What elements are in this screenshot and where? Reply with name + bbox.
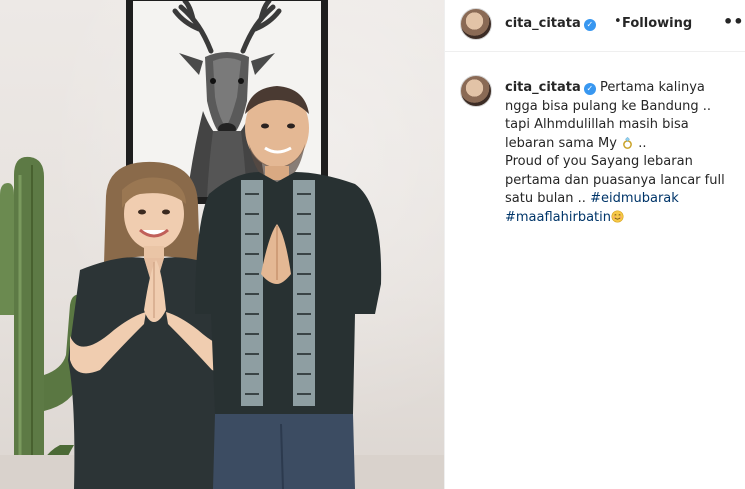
ring-icon — [623, 136, 632, 149]
verified-badge-icon: ✓ — [583, 83, 596, 95]
following-button[interactable]: Following — [622, 16, 692, 31]
hashtag-link[interactable]: #maaflahirbatin — [505, 210, 611, 225]
separator-dot: • — [614, 14, 622, 29]
caption-line: .. — [638, 135, 647, 151]
caption-line: Alhmdulillah masih bisa lebaran sama — [505, 117, 689, 151]
verified-badge-icon: ✓ — [583, 19, 596, 31]
post-photo[interactable] — [0, 0, 444, 489]
header-username-link[interactable]: cita_citata ✓ — [505, 16, 596, 31]
hashtag-link[interactable]: #eidmubarak — [590, 191, 679, 206]
avatar[interactable] — [460, 8, 492, 40]
man — [195, 86, 382, 489]
caption-line: My — [598, 135, 617, 151]
caption-text: cita_citata ✓ Pertama kalinya ngga bisa p… — [505, 79, 735, 227]
caption-avatar[interactable] — [460, 75, 492, 107]
post-header: cita_citata✓ • Following ••• — [445, 0, 745, 52]
more-options-icon[interactable]: ••• — [723, 12, 745, 31]
username[interactable]: cita_citata — [505, 16, 581, 31]
smiling-face-icon — [611, 209, 624, 223]
caption-username[interactable]: cita_citata — [505, 80, 581, 95]
post-sidebar: cita_citata✓ • Following ••• cita_citata… — [444, 0, 745, 489]
